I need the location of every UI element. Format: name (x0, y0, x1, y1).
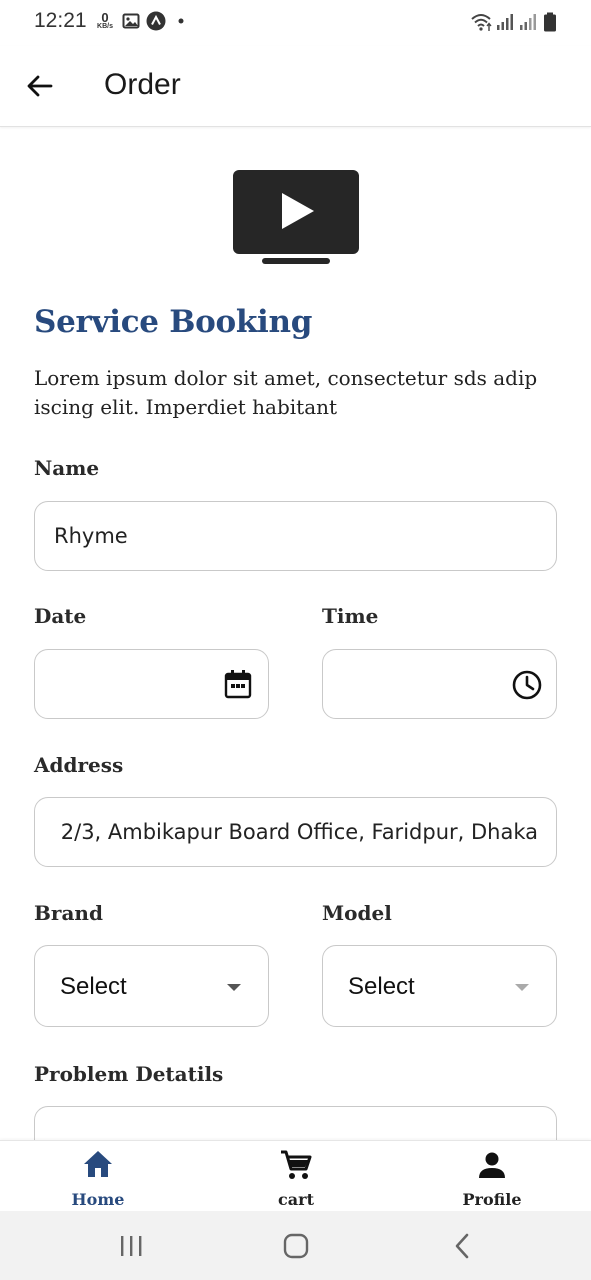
data-rate-unit: KB/s (97, 23, 113, 30)
bottom-navigation: Home cart Profile (0, 1140, 591, 1211)
home-icon (84, 1151, 112, 1177)
back-button[interactable] (22, 68, 58, 104)
order-form-scroll-area[interactable]: Service Booking Lorem ipsum dolor sit am… (0, 128, 591, 1140)
name-input[interactable]: Rhyme (34, 501, 557, 571)
problem-details-input[interactable] (34, 1106, 557, 1140)
model-select-value: Select (348, 973, 415, 1000)
address-input[interactable]: oad 2/3, Ambikapur Board Office, Faridpu… (34, 797, 557, 867)
status-time: 12:21 (34, 9, 87, 32)
back-system-button[interactable] (442, 1231, 482, 1261)
arrow-back-icon (27, 75, 53, 97)
name-input-value: Rhyme (54, 524, 128, 548)
image-icon (122, 13, 140, 29)
problem-details-label: Problem Detatils (34, 1062, 224, 1086)
nav-label-cart: cart (278, 1190, 314, 1209)
brand-select[interactable]: Select (34, 945, 269, 1027)
calendar-icon[interactable] (224, 669, 252, 699)
home-system-button[interactable] (276, 1231, 316, 1261)
tv-play-icon (233, 170, 359, 264)
nav-label-home: Home (71, 1190, 125, 1209)
signal-icon (497, 14, 513, 30)
date-input[interactable] (34, 649, 269, 719)
cart-icon (281, 1150, 312, 1179)
date-label: Date (34, 604, 87, 628)
address-input-value: oad 2/3, Ambikapur Board Office, Faridpu… (53, 820, 538, 844)
notification-dot-icon (178, 18, 184, 24)
person-icon (479, 1152, 505, 1178)
time-input[interactable] (322, 649, 557, 719)
app-notification-icon (146, 11, 166, 31)
name-label: Name (34, 456, 100, 480)
chevron-left-icon (455, 1233, 469, 1259)
nav-item-home[interactable]: Home (38, 1141, 158, 1212)
nav-label-profile: Profile (462, 1190, 522, 1209)
page-title: Order (104, 68, 181, 101)
chevron-down-icon (227, 984, 241, 991)
recent-apps-button[interactable] (111, 1231, 151, 1261)
address-input-clip: oad 2/3, Ambikapur Board Office, Faridpu… (53, 798, 538, 866)
model-label: Model (322, 901, 392, 925)
app-bar: Order (0, 46, 591, 127)
data-rate-indicator: 0 KB/s (93, 11, 117, 31)
time-label: Time (322, 604, 379, 628)
wifi-icon (471, 14, 492, 31)
battery-icon (544, 12, 556, 32)
signal-2-icon (520, 14, 536, 30)
status-bar: 12:21 0 KB/s (0, 0, 591, 46)
brand-label: Brand (34, 901, 103, 925)
form-description: Lorem ipsum dolor sit amet, consectetur … (34, 366, 538, 419)
chevron-down-icon (515, 984, 529, 991)
brand-select-value: Select (60, 973, 127, 1000)
model-select[interactable]: Select (322, 945, 557, 1027)
system-navigation-bar (0, 1211, 591, 1280)
nav-item-profile[interactable]: Profile (432, 1141, 552, 1212)
address-label: Address (34, 753, 124, 777)
form-heading: Service Booking (34, 304, 313, 340)
clock-icon[interactable] (511, 669, 543, 701)
home-square-icon (283, 1233, 309, 1259)
nav-item-cart[interactable]: cart (236, 1141, 356, 1212)
recent-apps-icon (121, 1236, 142, 1256)
